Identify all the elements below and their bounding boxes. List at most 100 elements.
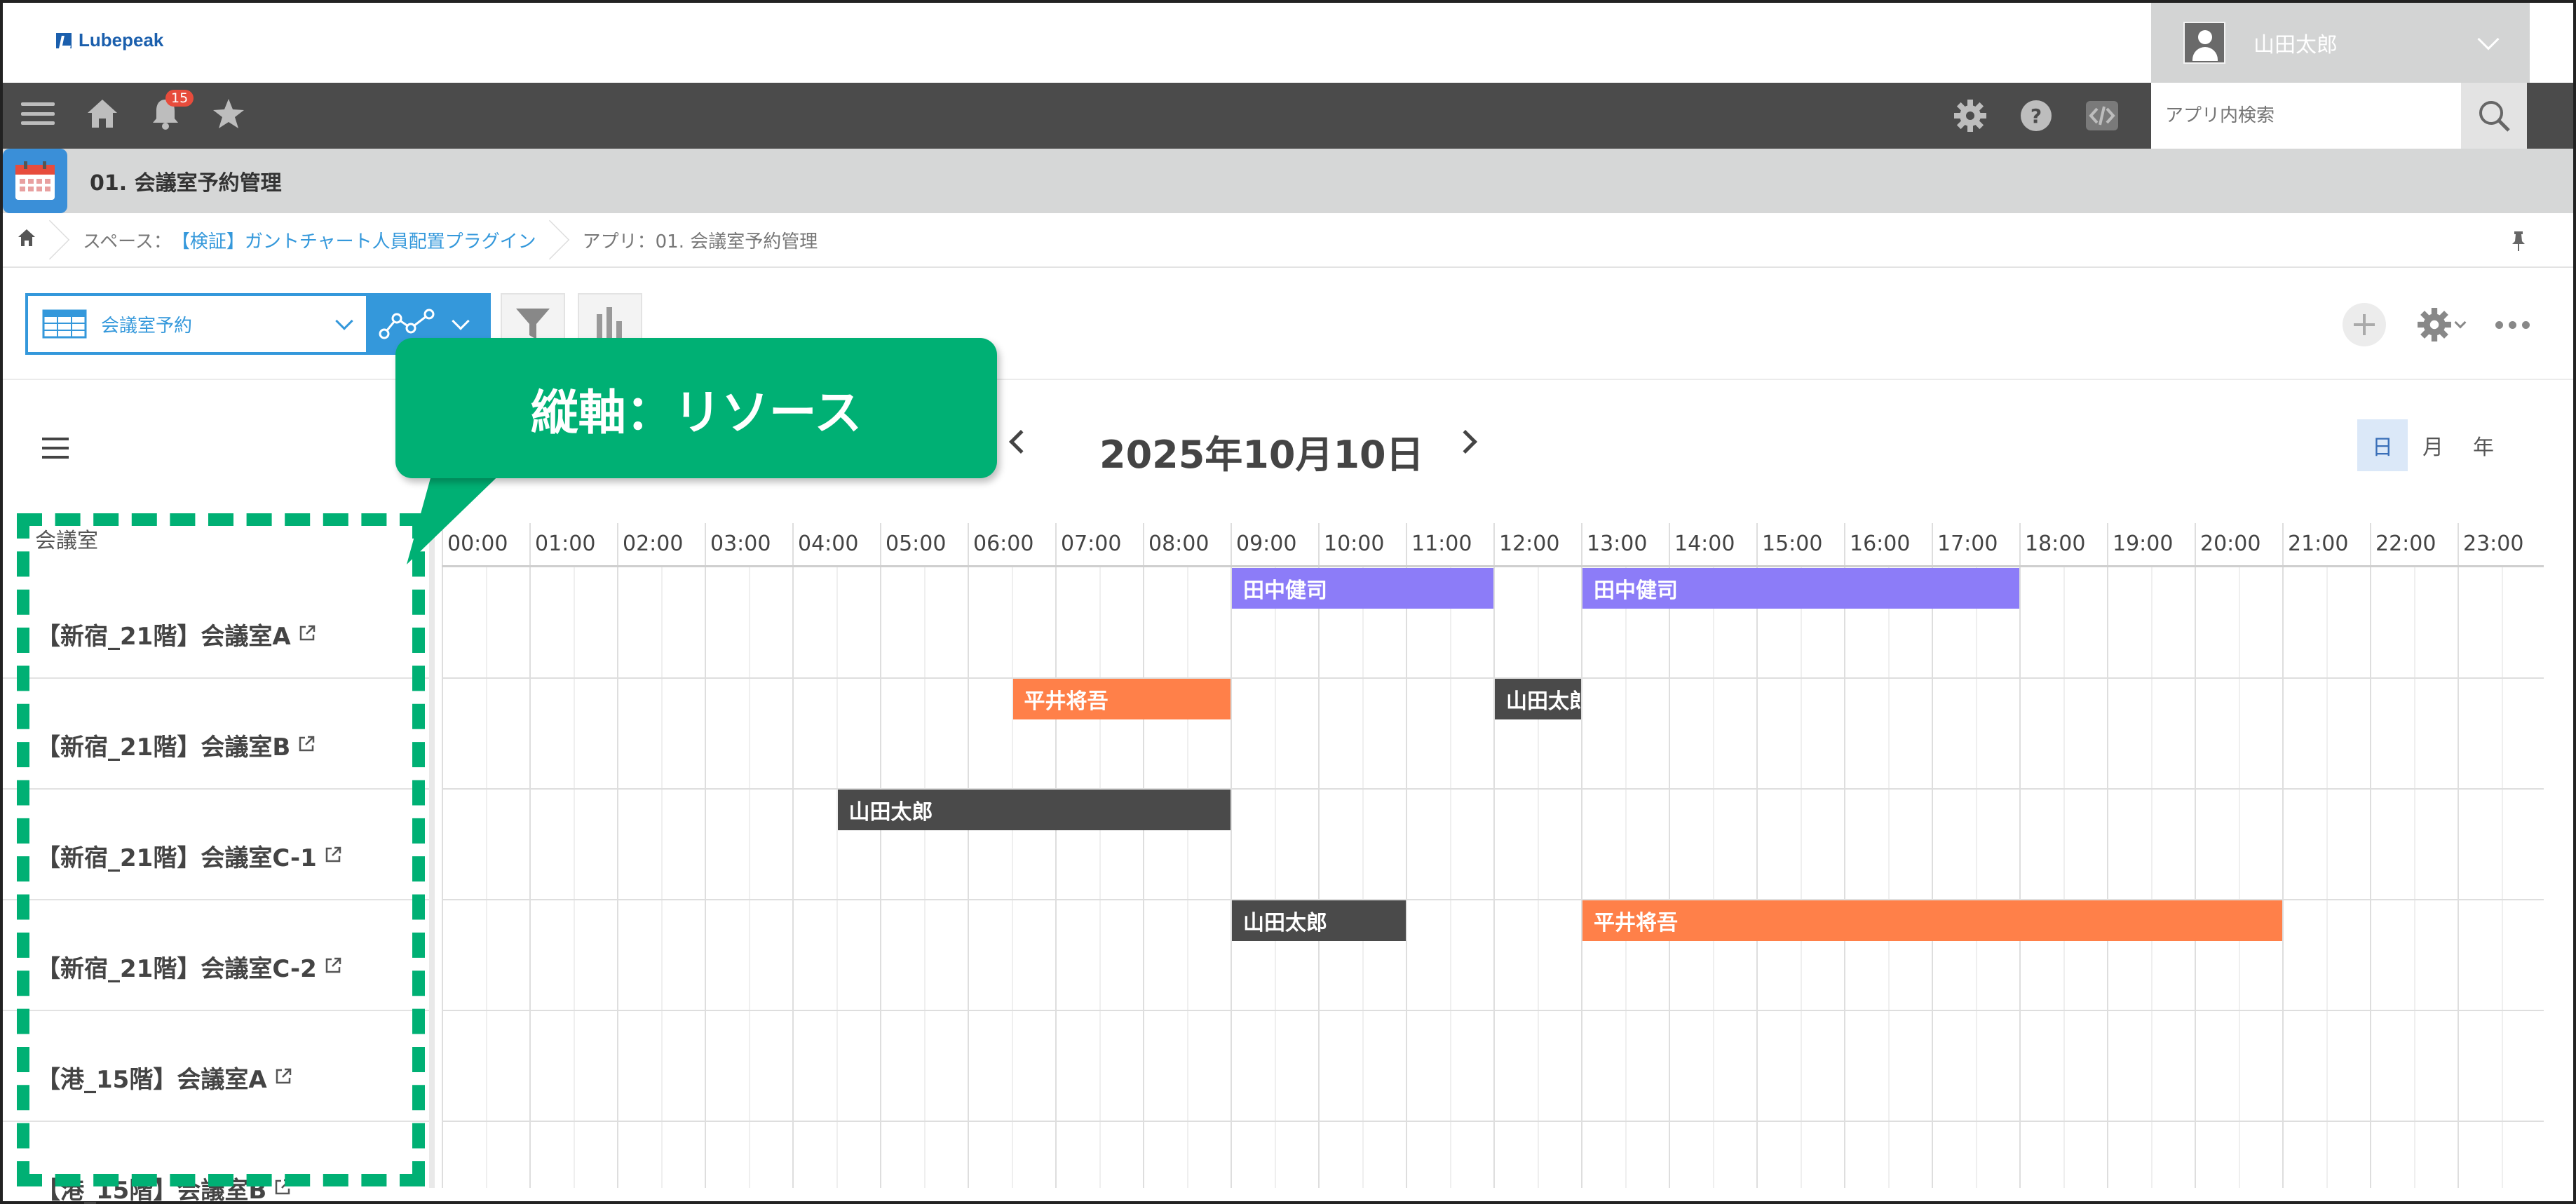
breadcrumb-space-link[interactable]: 【検証】ガントチャート人員配置プラグイン [172,227,536,253]
current-date: 2025年10月10日 [1099,433,1424,477]
half-hour-gridline [748,567,750,1188]
hour-label: 21:00 [2288,532,2349,556]
hour-label: 13:00 [1587,532,1648,556]
search-input[interactable] [2151,83,2461,149]
hour-gridline [1844,523,1845,1188]
view-mode-year[interactable]: 年 [2458,419,2509,471]
hour-label: 02:00 [623,532,684,556]
breadcrumb-separator [48,212,72,267]
hour-label: 04:00 [798,532,859,556]
search-icon [2479,101,2510,132]
reservation-bar[interactable]: 田中健司 [1232,568,1493,609]
row-gridline [442,1010,2544,1011]
half-hour-gridline [923,567,926,1188]
app-title: 01. 会議室予約管理 [90,171,282,196]
breadcrumb-app[interactable]: アプリ：01. 会議室予約管理 [583,227,818,253]
hour-label: 15:00 [1762,532,1823,556]
settings-dropdown[interactable] [2417,307,2467,342]
hour-gridline [2370,523,2371,1188]
chevron-down-icon [452,312,470,330]
hour-gridline [1143,523,1144,1188]
star-icon[interactable] [212,97,245,130]
search-button[interactable] [2461,83,2527,149]
breadcrumb-space-prefix: スペース： [83,231,172,252]
hour-gridline [968,523,969,1188]
hour-label: 01:00 [535,532,596,556]
half-hour-gridline [1625,567,1627,1188]
half-hour-gridline [1449,567,1451,1188]
hour-label: 08:00 [1148,532,1209,556]
hour-gridline [1406,523,1407,1188]
half-hour-gridline [836,567,838,1188]
plus-icon [2354,314,2375,335]
half-hour-gridline [1537,567,1539,1188]
gear-icon [2418,308,2451,341]
add-record-button[interactable] [2343,303,2386,346]
hour-gridline [442,523,443,1188]
half-hour-gridline [1712,567,1714,1188]
view-select-dropdown[interactable]: 会議室予約 [25,293,369,355]
chevron-down-icon [335,312,353,330]
table-view-icon [42,309,87,339]
hour-label: 03:00 [710,532,771,556]
hour-label: 12:00 [1499,532,1560,556]
help-icon[interactable]: ? [2019,99,2053,133]
user-name: 山田太郎 [2253,33,2338,58]
reservation-bar[interactable]: 山田太郎 [1495,679,1581,719]
row-gridline [442,677,2544,679]
hour-gridline [880,523,881,1188]
reservation-bar[interactable]: 山田太郎 [1232,900,1406,941]
chevron-down-icon [2477,28,2500,50]
hour-label: 06:00 [973,532,1034,556]
row-gridline [442,1121,2544,1122]
hour-gridline [1756,523,1758,1188]
reservation-bar[interactable]: 平井将吾 [1012,679,1231,719]
hour-label: 20:00 [2200,532,2261,556]
reservation-bar[interactable]: 山田太郎 [837,790,1231,830]
hour-gridline [2107,523,2108,1188]
view-toolbar: 会議室予約 [3,268,2573,380]
pin-icon[interactable] [2510,230,2527,257]
hour-gridline [2195,523,2196,1188]
hour-gridline [1318,523,1320,1188]
half-hour-gridline [2238,567,2240,1188]
row-gridline [442,788,2544,790]
hour-gridline [1932,523,1933,1188]
notification-bell[interactable]: 15 [150,90,194,130]
hour-label: 05:00 [886,532,947,556]
hour-label: 16:00 [1850,532,1911,556]
hour-label: 14:00 [1674,532,1735,556]
half-hour-gridline [1186,567,1188,1188]
hour-label: 19:00 [2113,532,2174,556]
app-search [2151,83,2527,149]
view-mode-switch: 日 月 年 [2357,419,2509,471]
more-options-icon[interactable] [2495,320,2530,329]
calendar-menu-icon[interactable] [42,438,69,459]
logo-mark-icon [56,32,72,48]
user-menu[interactable]: 山田太郎 [2151,3,2530,83]
half-hour-gridline [1011,567,1013,1188]
top-header: Lubepeak 山田太郎 [3,3,2573,83]
view-mode-day[interactable]: 日 [2357,419,2408,471]
half-hour-gridline [660,567,663,1188]
home-icon[interactable] [86,97,119,130]
view-mode-month[interactable]: 月 [2408,419,2458,471]
code-icon[interactable] [2085,100,2119,131]
timeline-header-divider [442,565,2544,567]
calendar-app-icon [3,149,67,213]
reservation-bar[interactable]: 田中健司 [1582,568,2019,609]
hour-gridline [1231,523,1232,1188]
half-hour-gridline [1099,567,1101,1188]
hour-gridline [792,523,794,1188]
global-navbar: 15 ? [3,83,2573,149]
reservation-bar[interactable]: 平井将吾 [1582,900,2282,941]
hour-gridline [1669,523,1670,1188]
hour-gridline [2282,523,2284,1188]
hour-gridline [1493,523,1495,1188]
gear-icon[interactable] [1953,99,1987,133]
logo[interactable]: Lubepeak [56,29,163,51]
hamburger-menu-icon[interactable] [21,100,55,128]
annotation-callout: 縦軸：リソース [395,338,997,478]
hour-label: 23:00 [2463,532,2524,556]
resource-column-divider[interactable] [429,523,435,1188]
